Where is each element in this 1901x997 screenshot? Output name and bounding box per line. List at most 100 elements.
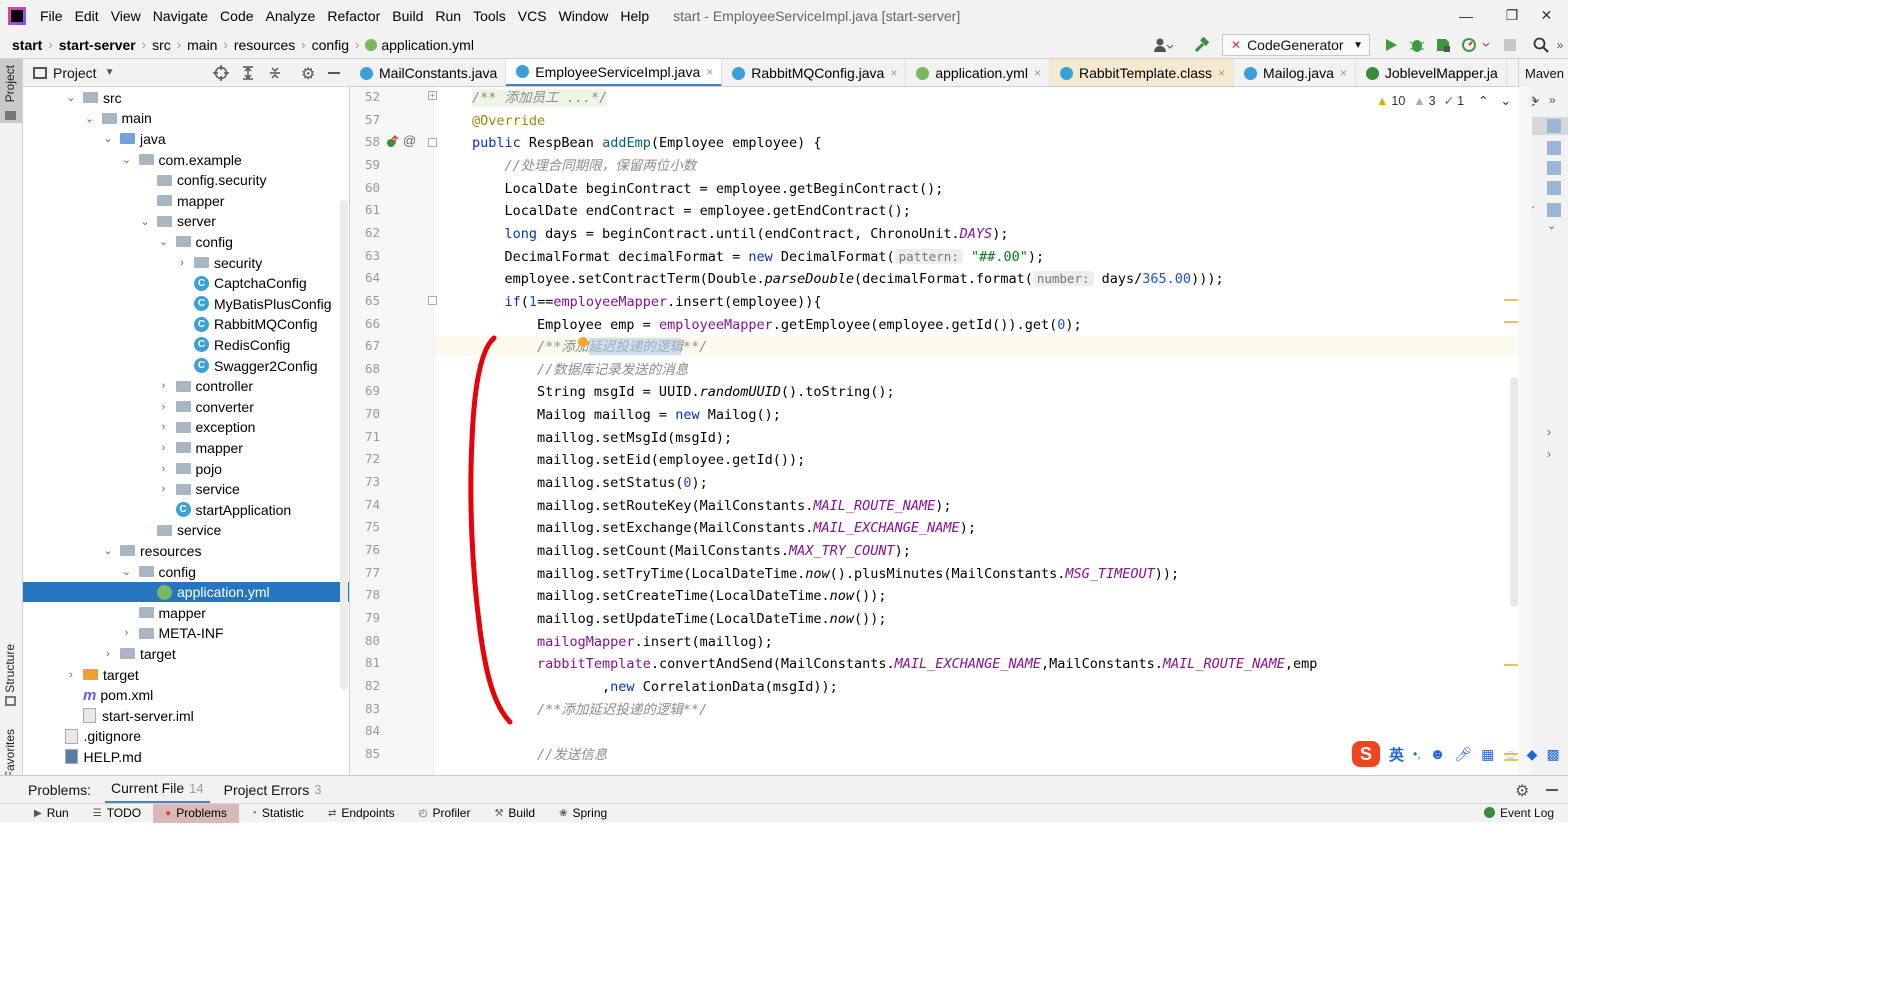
- code-line[interactable]: employee.setContractTerm(Double.parseDou…: [472, 270, 1224, 288]
- chevron-right-icon[interactable]: ›: [176, 257, 188, 269]
- menu-tools[interactable]: Tools: [467, 8, 512, 24]
- chevron-right-icon[interactable]: ›: [1547, 447, 1551, 461]
- code-line[interactable]: Employee emp = employeeMapper.getEmploye…: [472, 316, 1082, 334]
- tab-editor-file[interactable]: MailConstants.java: [350, 59, 507, 86]
- code-line[interactable]: maillog.setExchange(MailConstants.MAIL_E…: [472, 519, 976, 537]
- breadcrumb-item[interactable]: config: [312, 37, 349, 53]
- tree-item[interactable]: ⌄ main: [23, 108, 349, 129]
- tree-item[interactable]: mapper: [23, 603, 349, 624]
- fold-icon[interactable]: [428, 296, 437, 305]
- tree-item[interactable]: ⌄ resources: [23, 541, 349, 562]
- tree-item[interactable]: C Swagger2Config: [23, 355, 349, 376]
- breadcrumb-item[interactable]: application.yml: [381, 37, 474, 53]
- more-icon[interactable]: »: [1552, 34, 1568, 56]
- tab-editor-file[interactable]: JoblevelMapper.ja: [1356, 59, 1507, 86]
- fold-icon[interactable]: [428, 138, 437, 147]
- next-highlight-icon[interactable]: ⌄: [1501, 93, 1511, 108]
- ime-skin-icon[interactable]: ◆: [1527, 746, 1538, 763]
- code-line[interactable]: maillog.setCreateTime(LocalDateTime.now(…: [472, 587, 887, 605]
- tree-item[interactable]: › controller: [23, 376, 349, 397]
- override-marker-icon[interactable]: [386, 134, 400, 150]
- tree-item[interactable]: HELP.md: [23, 747, 349, 768]
- previous-highlight-icon[interactable]: ⌃: [1478, 93, 1488, 108]
- tab-editor-file[interactable]: Mailog.java ×: [1234, 59, 1356, 86]
- chevron-down-icon[interactable]: ⌄: [121, 565, 133, 578]
- tree-item-selected[interactable]: application.yml: [23, 581, 349, 603]
- run-configuration-select[interactable]: ✕ CodeGenerator ▼: [1222, 34, 1370, 56]
- structure-tool-button[interactable]: Structure: [3, 644, 17, 693]
- code-line[interactable]: if(1==employeeMapper.insert(employee)){: [472, 293, 822, 311]
- coverage-icon[interactable]: [1432, 34, 1454, 56]
- code-line[interactable]: maillog.setTryTime(LocalDateTime.now().p…: [472, 565, 1179, 583]
- menu-code[interactable]: Code: [214, 8, 259, 24]
- code-line[interactable]: LocalDate endContract = employee.getEndC…: [472, 202, 911, 220]
- tree-item[interactable]: start-server.iml: [23, 706, 349, 727]
- chevron-right-icon[interactable]: ›: [158, 463, 170, 475]
- breadcrumb-item[interactable]: resources: [234, 37, 295, 53]
- event-log-button[interactable]: Event Log: [1484, 803, 1554, 822]
- tree-item[interactable]: .gitignore: [23, 726, 349, 747]
- menu-window[interactable]: Window: [553, 8, 615, 24]
- tool-window-todo[interactable]: ☰ TODO: [81, 804, 153, 823]
- close-tab-icon[interactable]: ×: [1340, 66, 1347, 80]
- maven-tool-button[interactable]: Maven: [1519, 59, 1568, 81]
- code-line[interactable]: String msgId = UUID.randomUUID().toStrin…: [472, 383, 895, 401]
- menu-file[interactable]: File: [34, 8, 69, 24]
- keyboard-icon[interactable]: ▦: [1481, 746, 1494, 763]
- debug-icon[interactable]: [1406, 34, 1428, 56]
- chevron-right-icon[interactable]: ›: [158, 401, 170, 413]
- code-line[interactable]: maillog.setUpdateTime(LocalDateTime.now(…: [472, 610, 887, 628]
- inspection-widget[interactable]: ▲ 10 ▲ 3 ✓ 1 ⌃ ⌄: [1376, 93, 1511, 109]
- annotation-marker-icon[interactable]: @: [403, 133, 416, 148]
- tree-item[interactable]: config.security: [23, 170, 349, 191]
- tab-editor-file[interactable]: RabbitMQConfig.java ×: [722, 59, 907, 86]
- close-tab-icon[interactable]: ×: [706, 65, 713, 79]
- code-line[interactable]: //处理合同期限，保留两位小数: [472, 157, 697, 175]
- tree-item[interactable]: ⌄ server: [23, 211, 349, 232]
- chevron-down-icon[interactable]: ⌄: [139, 215, 151, 228]
- close-button[interactable]: ✕: [1525, 0, 1568, 31]
- menu-build[interactable]: Build: [386, 8, 429, 24]
- breadcrumb-item[interactable]: start-server: [59, 37, 136, 53]
- ime-grid-icon[interactable]: ▩: [1546, 746, 1559, 763]
- tree-item[interactable]: ⌄ src: [23, 88, 349, 109]
- chevron-right-icon[interactable]: ›: [102, 648, 114, 660]
- user-icon[interactable]: [1148, 34, 1178, 56]
- expand-all-icon[interactable]: [240, 65, 256, 81]
- intention-bulb-icon[interactable]: [578, 337, 588, 347]
- chevron-down-icon[interactable]: ⌄: [102, 544, 114, 557]
- menu-navigate[interactable]: Navigate: [147, 8, 214, 24]
- chevron-down-icon[interactable]: ⌄: [158, 235, 170, 248]
- tab-editor-file[interactable]: application.yml ×: [906, 59, 1050, 86]
- search-icon[interactable]: [1530, 34, 1552, 56]
- tab-editor-file[interactable]: RabbitTemplate.class ×: [1049, 59, 1235, 86]
- ime-punctuation[interactable]: •,: [1413, 747, 1421, 761]
- code-line[interactable]: maillog.setCount(MailConstants.MAX_TRY_C…: [472, 542, 911, 560]
- breadcrumb-item[interactable]: start: [12, 37, 42, 53]
- menu-help[interactable]: Help: [614, 8, 655, 24]
- gear-icon[interactable]: ⚙: [301, 64, 315, 84]
- code-line[interactable]: //发送信息: [472, 746, 607, 764]
- chevron-right-icon[interactable]: ›: [121, 627, 133, 639]
- tool-window-statistic[interactable]: ◔ Statistic: [239, 804, 316, 823]
- build-hammer-icon[interactable]: [1190, 34, 1214, 56]
- close-tab-icon[interactable]: ×: [1034, 66, 1041, 80]
- code-line[interactable]: DecimalFormat decimalFormat = new Decima…: [472, 248, 1044, 266]
- menu-run[interactable]: Run: [429, 8, 467, 24]
- chevron-right-icon[interactable]: ›: [158, 483, 170, 495]
- tree-item[interactable]: › exception: [23, 417, 349, 438]
- code-line[interactable]: LocalDate beginContract = employee.getBe…: [472, 180, 944, 198]
- ime-language[interactable]: 英: [1389, 744, 1404, 765]
- tree-item[interactable]: service: [23, 520, 349, 541]
- tree-item[interactable]: C RabbitMQConfig: [23, 314, 349, 335]
- chevron-down-icon[interactable]: ⌄: [84, 112, 96, 125]
- tree-item[interactable]: C CaptchaConfig: [23, 273, 349, 294]
- gear-icon[interactable]: ⚙: [1515, 781, 1529, 801]
- code-line[interactable]: maillog.setRouteKey(MailConstants.MAIL_R…: [472, 497, 952, 515]
- chevron-down-icon[interactable]: ⌄: [65, 91, 77, 104]
- chevron-right-icon[interactable]: ›: [1547, 425, 1551, 439]
- tree-item[interactable]: ⌄ com.example: [23, 149, 349, 170]
- minimize-button[interactable]: —: [1443, 0, 1489, 31]
- tree-item[interactable]: › target: [23, 644, 349, 665]
- tool-window-problems[interactable]: ● Problems: [153, 803, 239, 823]
